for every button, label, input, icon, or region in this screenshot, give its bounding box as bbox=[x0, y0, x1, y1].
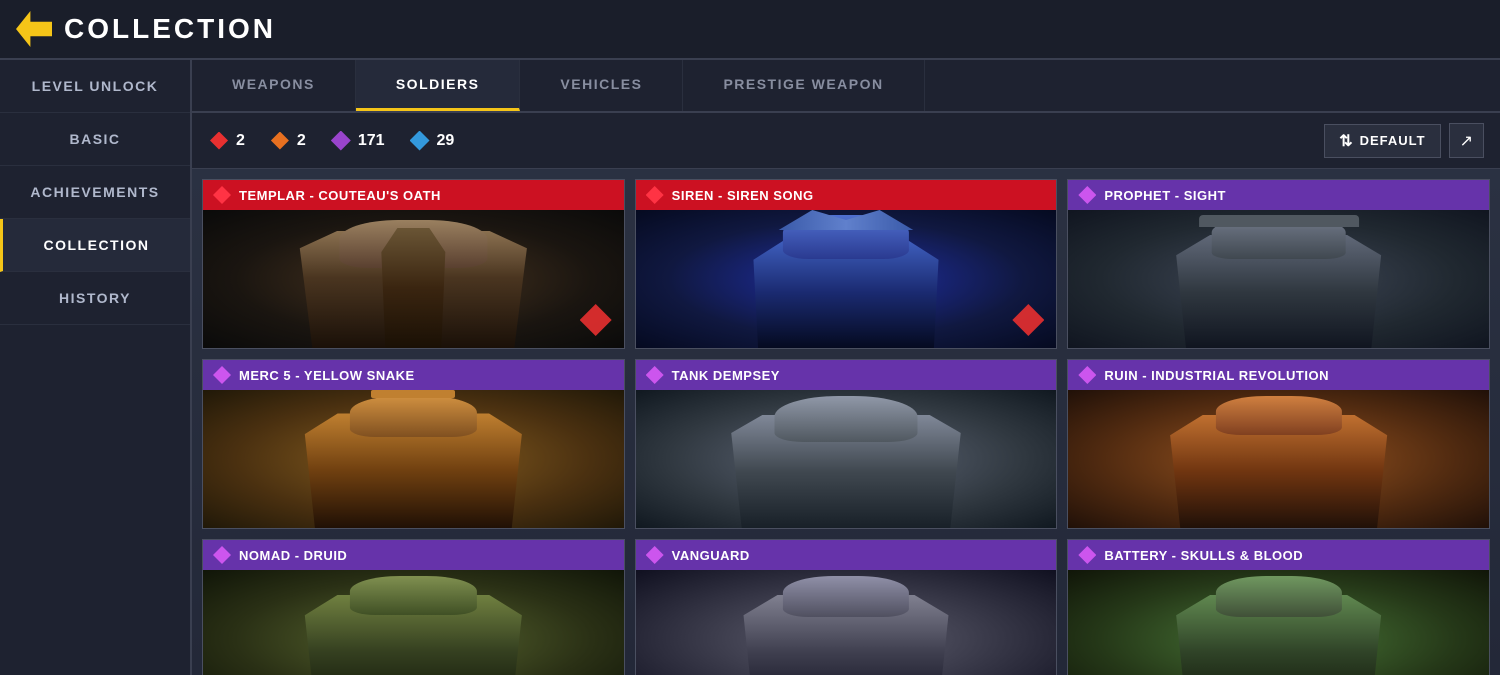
card-header-ruin: Ruin - Industrial Revolution bbox=[1068, 360, 1489, 390]
sidebar-item-collection[interactable]: COLLECTION bbox=[0, 219, 190, 272]
sidebar: LEVEL UNLOCK BASIC ACHIEVEMENTS COLLECTI… bbox=[0, 60, 192, 675]
battery-head bbox=[1216, 576, 1342, 617]
purple-diamond-icon bbox=[330, 130, 352, 152]
card-body-prophet bbox=[1068, 210, 1489, 348]
vanguard-head bbox=[783, 576, 909, 617]
soldier-card-ruin[interactable]: Ruin - Industrial Revolution bbox=[1067, 359, 1490, 529]
sort-button[interactable]: ⇅ DEFAULT bbox=[1324, 124, 1440, 158]
gem-overlay-siren bbox=[1012, 304, 1044, 336]
ruin-head bbox=[1216, 396, 1342, 435]
soldiers-grid: Templar - Couteau's Oath Siren - Siren S… bbox=[192, 169, 1500, 675]
epic-icon-nomad bbox=[213, 546, 231, 564]
page-title: COLLECTION bbox=[64, 13, 276, 45]
filter-actions: ⇅ DEFAULT ↗ bbox=[1324, 123, 1484, 158]
card-body-tank bbox=[636, 390, 1057, 528]
siren-crown bbox=[762, 210, 930, 230]
epic-icon-tank bbox=[646, 366, 664, 384]
merc5-headband bbox=[371, 390, 455, 398]
nomad-head bbox=[350, 576, 476, 615]
sidebar-item-achievements[interactable]: ACHIEVEMENTS bbox=[0, 166, 190, 219]
soldier-card-vanguard[interactable]: Vanguard bbox=[635, 539, 1058, 675]
epic-icon-vanguard bbox=[646, 546, 664, 564]
filter-legendary-count: 2 bbox=[208, 130, 245, 152]
soldier-card-nomad[interactable]: Nomad - Druid bbox=[202, 539, 625, 675]
header: COLLECTION bbox=[0, 0, 1500, 60]
share-button[interactable]: ↗ bbox=[1449, 123, 1484, 158]
gem-overlay-templar bbox=[580, 304, 612, 336]
card-body-merc5 bbox=[203, 390, 624, 528]
sidebar-item-history[interactable]: HISTORY bbox=[0, 272, 190, 325]
tab-soldiers[interactable]: SOLDIERS bbox=[356, 60, 521, 111]
red-diamond-icon bbox=[208, 130, 230, 152]
card-header-vanguard: Vanguard bbox=[636, 540, 1057, 570]
soldier-card-siren[interactable]: Siren - Siren Song bbox=[635, 179, 1058, 349]
epic-icon-battery bbox=[1078, 546, 1096, 564]
epic-icon-ruin bbox=[1078, 366, 1096, 384]
merc5-head bbox=[350, 396, 476, 437]
card-header-battery: Battery - Skulls & Blood bbox=[1068, 540, 1489, 570]
filter-count-2: 2 bbox=[269, 130, 306, 152]
tab-weapons[interactable]: WEAPONS bbox=[192, 60, 356, 111]
templar-head bbox=[340, 220, 487, 268]
soldier-card-tank[interactable]: Tank Dempsey bbox=[635, 359, 1058, 529]
prophet-helmet bbox=[1199, 215, 1359, 227]
card-header-siren: Siren - Siren Song bbox=[636, 180, 1057, 210]
soldier-card-templar[interactable]: Templar - Couteau's Oath bbox=[202, 179, 625, 349]
card-body-battery bbox=[1068, 570, 1489, 675]
card-header-merc5: Merc 5 - Yellow Snake bbox=[203, 360, 624, 390]
filter-bar: 2 2 171 29 bbox=[192, 113, 1500, 169]
tab-bar: WEAPONS SOLDIERS VEHICLES PRESTIGE WEAPO… bbox=[192, 60, 1500, 113]
soldier-card-prophet[interactable]: Prophet - Sight bbox=[1067, 179, 1490, 349]
card-header-tank: Tank Dempsey bbox=[636, 360, 1057, 390]
card-body-nomad bbox=[203, 570, 624, 675]
card-body-templar bbox=[203, 210, 624, 348]
sidebar-item-level-unlock[interactable]: LEVEL UNLOCK bbox=[0, 60, 190, 113]
templar-body bbox=[287, 231, 539, 348]
filter-purple-count: 171 bbox=[330, 130, 385, 152]
filter-blue-count: 29 bbox=[409, 130, 455, 152]
content-area: WEAPONS SOLDIERS VEHICLES PRESTIGE WEAPO… bbox=[192, 60, 1500, 675]
orange-diamond-icon bbox=[269, 130, 291, 152]
card-header-prophet: Prophet - Sight bbox=[1068, 180, 1489, 210]
card-body-ruin bbox=[1068, 390, 1489, 528]
epic-icon-merc5 bbox=[213, 366, 231, 384]
tank-head bbox=[774, 396, 917, 442]
main-layout: LEVEL UNLOCK BASIC ACHIEVEMENTS COLLECTI… bbox=[0, 60, 1500, 675]
share-icon: ↗ bbox=[1460, 133, 1473, 150]
tab-prestige-weapon[interactable]: PRESTIGE WEAPON bbox=[683, 60, 924, 111]
sort-icon: ⇅ bbox=[1339, 131, 1353, 151]
blue-diamond-icon bbox=[409, 130, 431, 152]
sidebar-item-basic[interactable]: BASIC bbox=[0, 113, 190, 166]
legendary-icon-siren bbox=[646, 186, 664, 204]
legendary-icon-templar bbox=[213, 186, 231, 204]
soldier-card-battery[interactable]: Battery - Skulls & Blood bbox=[1067, 539, 1490, 675]
card-header-templar: Templar - Couteau's Oath bbox=[203, 180, 624, 210]
card-body-siren bbox=[636, 210, 1057, 348]
card-body-vanguard bbox=[636, 570, 1057, 675]
back-button[interactable] bbox=[16, 11, 52, 47]
soldier-card-merc5[interactable]: Merc 5 - Yellow Snake bbox=[202, 359, 625, 529]
card-header-nomad: Nomad - Druid bbox=[203, 540, 624, 570]
tab-vehicles[interactable]: VEHICLES bbox=[520, 60, 683, 111]
epic-icon-prophet bbox=[1078, 186, 1096, 204]
